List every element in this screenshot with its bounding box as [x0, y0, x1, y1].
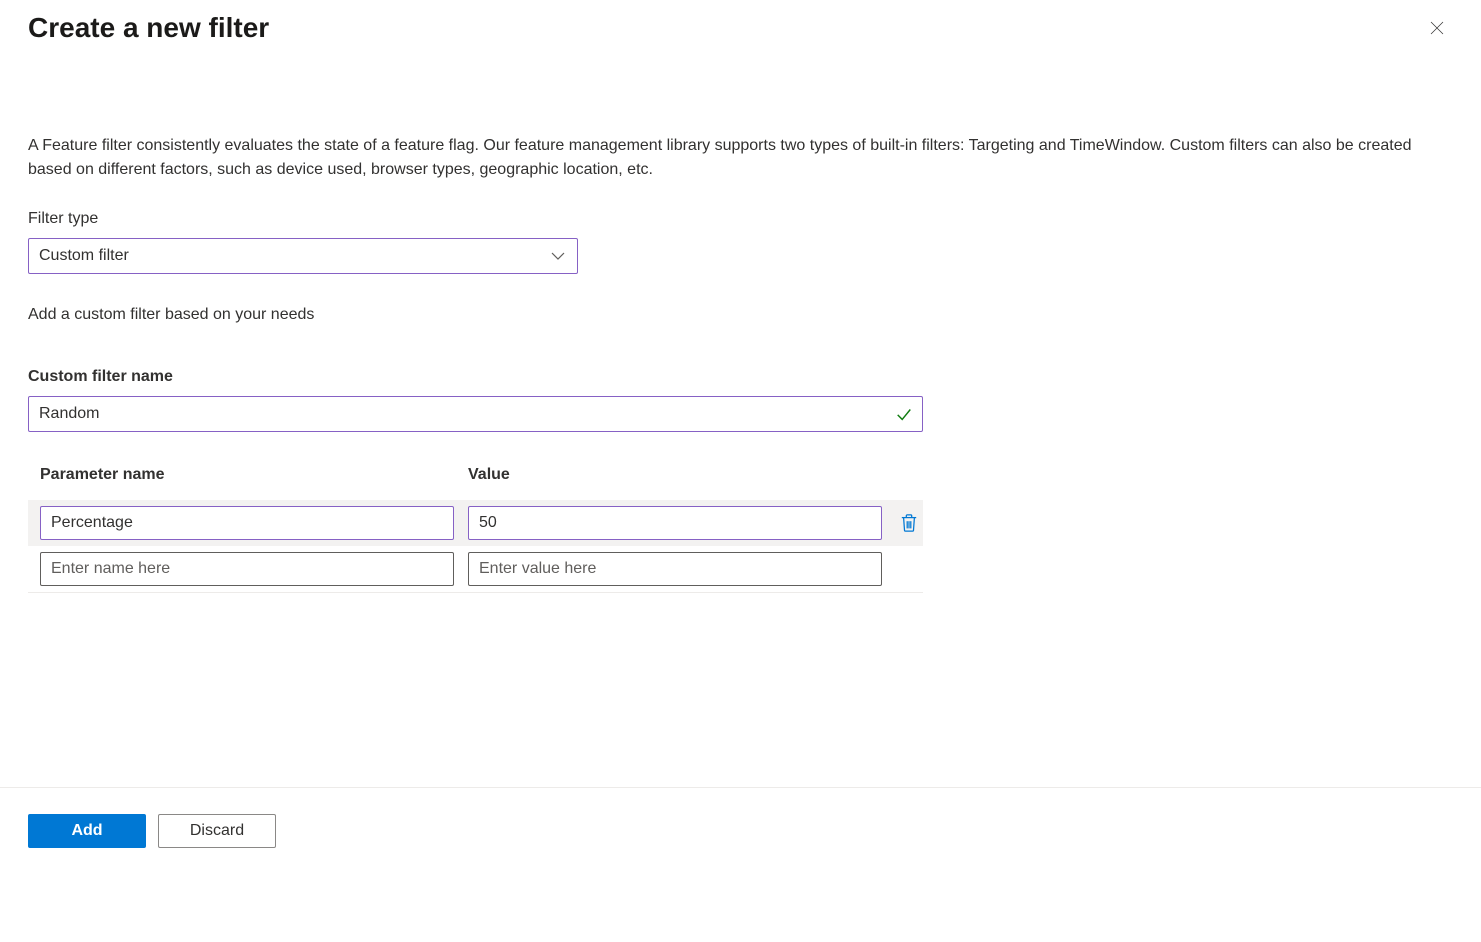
footer-actions: Add Discard [0, 787, 1481, 874]
custom-filter-name-input[interactable] [28, 396, 923, 432]
table-row [28, 546, 923, 592]
parameter-value-input-empty[interactable] [468, 552, 882, 586]
filter-type-label: Filter type [28, 210, 1453, 228]
delete-row-button[interactable] [896, 510, 922, 536]
parameter-name-input-empty[interactable] [40, 552, 454, 586]
parameter-value-input[interactable] [468, 506, 882, 540]
parameter-value-header: Value [468, 466, 911, 484]
table-row [28, 500, 923, 546]
parameter-name-input[interactable] [40, 506, 454, 540]
custom-filter-name-label: Custom filter name [28, 368, 1453, 386]
helper-text: Add a custom filter based on your needs [28, 306, 1453, 324]
close-icon [1428, 19, 1446, 37]
page-title: Create a new filter [28, 12, 269, 44]
check-icon [895, 405, 913, 423]
description-text: A Feature filter consistently evaluates … [28, 134, 1453, 182]
trash-icon [900, 513, 918, 533]
discard-button[interactable]: Discard [158, 814, 276, 848]
close-button[interactable] [1421, 12, 1453, 44]
parameter-name-header: Parameter name [40, 466, 468, 484]
add-button[interactable]: Add [28, 814, 146, 848]
filter-type-select[interactable] [28, 238, 578, 274]
parameters-table: Parameter name Value [28, 460, 923, 593]
